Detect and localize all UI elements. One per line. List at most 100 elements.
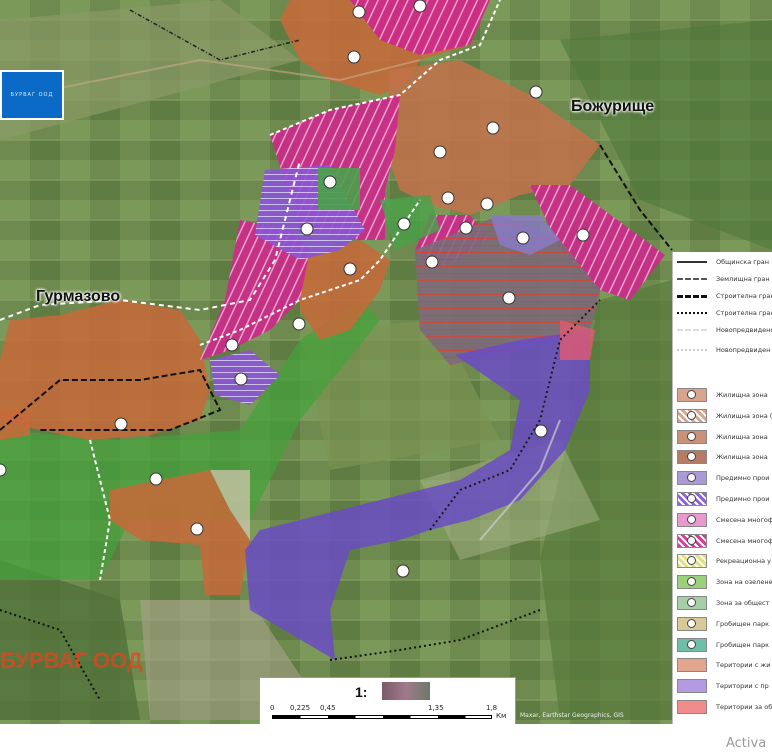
legend-zone-label: Предимно прои xyxy=(716,474,770,483)
legend-zone-swatch xyxy=(677,429,707,444)
legend-zone-item: Жилищна зона (проект) xyxy=(673,408,772,423)
company-logo: БУРВАГ ООД xyxy=(0,70,64,120)
legend-zone-item: Рекреационна у отдих (проект) xyxy=(673,554,772,569)
legend-zone-swatch xyxy=(677,450,707,465)
legend-zone-swatch xyxy=(677,658,707,673)
legend-line-swatch xyxy=(677,349,707,351)
legend-zone-label: Жилищна зона (проект) xyxy=(716,411,772,420)
legend-line-item: Землищна гран xyxy=(673,275,772,283)
logo-text: БУРВАГ ООД xyxy=(10,92,54,98)
legend-line-item: Новопредвидено място xyxy=(673,326,772,334)
zoning-map xyxy=(0,0,772,752)
legend-line-label: Строителна гран xyxy=(716,309,772,317)
legend-line-label: Общинска гран xyxy=(716,258,770,266)
legend-line-label: Новопредвиден образувания xyxy=(716,346,772,354)
legend-zone-swatch xyxy=(677,388,707,402)
legend-line-item: Строителна гран xyxy=(673,309,772,317)
scale-tick: 1,8 xyxy=(486,704,498,712)
legend-zone-swatch xyxy=(677,596,707,610)
legend-zone-item: Предимно прои xyxy=(673,471,772,486)
watermark-text: БУРВАГ ООД xyxy=(0,648,143,673)
scale-title: 1: xyxy=(355,684,368,700)
legend-line-label: Новопредвидено място xyxy=(716,326,772,334)
legend-line-swatch xyxy=(677,278,707,280)
legend-zone-label: Зона на озеленен xyxy=(716,578,772,587)
legend-zone-swatch xyxy=(677,492,707,506)
legend-zone-symbol-icon xyxy=(687,473,696,483)
legend-zone-label: Смесена многоф xyxy=(716,536,772,545)
legend-zone-symbol-icon xyxy=(687,556,696,566)
scale-tick: 0 xyxy=(270,704,275,712)
legend-zone-label: Смесена многоф xyxy=(716,515,772,524)
legend-line-swatch xyxy=(677,261,707,263)
legend-zone-item: Гробищен парк xyxy=(673,637,772,652)
legend-zone-symbol-icon xyxy=(687,639,696,649)
legend-zone-item: Територии за об функция xyxy=(673,700,772,714)
legend-zone-item: Територии с жи xyxy=(673,658,772,673)
legend-zone-label: Рекреационна у отдих (проект) xyxy=(716,557,772,566)
legend-zone-symbol-icon xyxy=(687,452,696,462)
legend-zone-swatch xyxy=(677,679,707,694)
map-canvas[interactable]: Божурище Гурмазово БУРВАГ ООД БУРВАГ ООД… xyxy=(0,0,772,752)
legend-zone-label: Зона за общест и смесен xyxy=(716,599,772,607)
scale-tick: 0,225 xyxy=(290,704,311,712)
scale-box: 1: 0 0,225 0,45 1,35 1,8 Км xyxy=(259,677,516,725)
legend-zone-symbol-icon xyxy=(687,577,696,587)
legend-zone-swatch xyxy=(677,533,707,548)
legend-zone-item: Зона на озеленен xyxy=(673,575,772,590)
legend-zone-swatch xyxy=(677,616,707,631)
legend-zone-label: Жилищна зона xyxy=(716,432,768,441)
legend-zone-symbol-icon xyxy=(687,431,696,441)
map-attribution: Maxar, Earthstar Geographics, GIS xyxy=(520,712,624,719)
legend-zone-swatch xyxy=(677,700,707,714)
legend-zone-symbol-icon xyxy=(687,410,696,420)
legend-zone-symbol-icon xyxy=(687,618,696,628)
legend-zone-item: Жилищна зона xyxy=(673,388,772,402)
legend-zone-swatch xyxy=(677,554,707,569)
legend-zone-label: Жилищна зона xyxy=(716,453,768,462)
legend-line-swatch xyxy=(677,312,707,314)
legend-zone-symbol-icon xyxy=(687,514,696,524)
bottom-strip xyxy=(0,724,772,752)
legend-zone-symbol-icon xyxy=(687,535,696,545)
legend-zone-swatch xyxy=(677,512,707,527)
legend-zone-symbol-icon xyxy=(687,598,696,607)
legend-zone-label: Територии с пр xyxy=(716,682,769,691)
legend-zone-label: Предимно прои зона (проект) xyxy=(716,495,772,503)
legend-zone-item: Територии с пр xyxy=(673,679,772,694)
legend-zone-label: Жилищна зона xyxy=(716,391,768,399)
legend-line-item: Строителна гран xyxy=(673,292,772,300)
legend-zone-swatch xyxy=(677,575,707,590)
legend-zone-item: Смесена многоф xyxy=(673,533,772,548)
legend-line-swatch xyxy=(677,329,707,331)
legend-zone-symbol-icon xyxy=(687,494,696,503)
legend-zone-item: Жилищна зона xyxy=(673,450,772,465)
legend-line-item: Новопредвиден образувания xyxy=(673,346,772,354)
legend-zone-swatch xyxy=(677,408,707,423)
legend-zone-label: Гробищен парк xyxy=(716,619,770,628)
legend-line-item: Общинска гран xyxy=(673,258,772,266)
legend-zone-swatch xyxy=(677,637,707,652)
legend-zone-symbol-icon xyxy=(687,390,696,399)
legend-line-label: Землищна гран xyxy=(716,275,770,283)
scale-unit: Км xyxy=(496,712,507,720)
legend-line-swatch xyxy=(677,294,707,298)
legend-line-label: Строителна гран xyxy=(716,292,772,300)
legend-zone-label: Гробищен парк xyxy=(716,640,770,649)
scale-bar xyxy=(272,715,492,719)
town-label-bozhurishte: Божурище xyxy=(571,98,655,115)
legend-zone-item: Жилищна зона xyxy=(673,429,772,444)
legend-zone-item: Зона за общест и смесен xyxy=(673,596,772,610)
scale-image xyxy=(382,682,430,700)
legend-zone-label: Територии с жи xyxy=(716,661,771,670)
legend-zone-item: Смесена многоф xyxy=(673,512,772,527)
legend-zone-label: Територии за об функция xyxy=(716,703,772,711)
scale-tick: 1,35 xyxy=(428,704,444,712)
map-legend: Общинска гран Землищна гран Строителна гра… xyxy=(672,252,772,724)
os-activation-overlay: Activa xyxy=(726,736,767,751)
scale-tick: 0,45 xyxy=(320,704,336,712)
legend-zone-item: Предимно прои зона (проект) xyxy=(673,492,772,506)
town-label-gurmazovo: Гурмазово xyxy=(36,288,121,305)
legend-zone-item: Гробищен парк xyxy=(673,616,772,631)
legend-zone-swatch xyxy=(677,471,707,486)
